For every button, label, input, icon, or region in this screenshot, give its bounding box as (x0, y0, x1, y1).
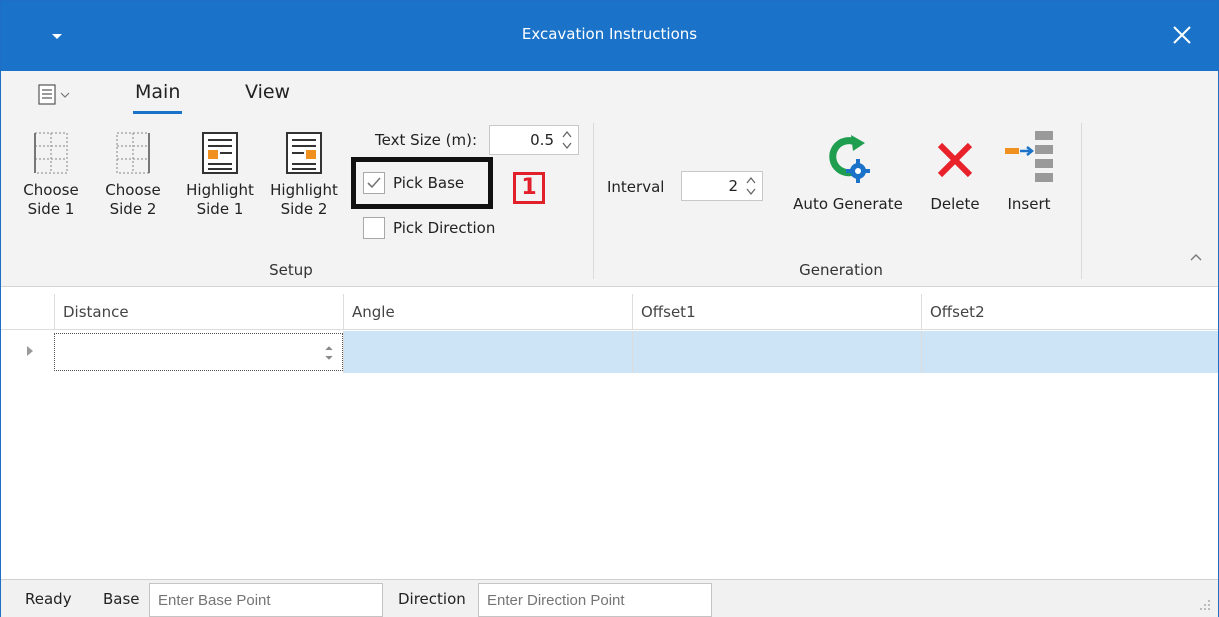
distance-cell-editor[interactable] (54, 333, 343, 371)
pick-direction-check-box[interactable] (363, 217, 385, 239)
offset1-cell[interactable] (632, 331, 921, 373)
excavation-instructions-window: Excavation Instructions Main View Choose… (0, 0, 1219, 617)
refresh-gear-icon (829, 135, 870, 183)
highlight-annotation-box (351, 157, 493, 209)
dotted-grid-side2-icon (116, 132, 150, 174)
direction-point-input[interactable] (478, 583, 712, 617)
close-icon (1173, 26, 1191, 44)
close-button[interactable] (1166, 18, 1198, 52)
highlight-side-2-line2: Side 2 (280, 200, 328, 218)
delete-x-icon (937, 142, 973, 178)
highlight-side-1-line1: Highlight (186, 181, 254, 199)
dotted-grid-side1-icon (34, 132, 68, 174)
spin-arrows-icon[interactable] (324, 342, 334, 364)
title-bar: Excavation Instructions (1, 1, 1218, 71)
base-point-input[interactable] (149, 583, 383, 617)
offset2-cell[interactable] (921, 331, 1218, 373)
pick-direction-label: Pick Direction (393, 219, 496, 237)
window-title: Excavation Instructions (521, 25, 698, 43)
resize-grip-icon[interactable] (1198, 598, 1212, 612)
interval-spinner[interactable]: 2 (681, 171, 763, 201)
annotation-marker-1: 1 (513, 172, 545, 204)
insert-label: Insert (1007, 195, 1051, 213)
insert-rows-icon (1005, 131, 1053, 182)
grid-header: Distance Angle Offset1 Offset2 (1, 294, 1218, 330)
tab-main[interactable]: Main (133, 81, 183, 114)
text-size-label: Text Size (m): (375, 131, 478, 149)
choose-side-2-button[interactable]: Choose Side 2 (101, 131, 165, 219)
highlight-side-1-line2: Side 1 (196, 200, 244, 218)
delete-button[interactable]: Delete (923, 133, 987, 214)
tab-view[interactable]: View (245, 81, 290, 103)
highlight-side1-icon (202, 132, 238, 174)
instructions-grid: Distance Angle Offset1 Offset2 (1, 287, 1218, 579)
collapse-ribbon-button[interactable] (1188, 249, 1204, 265)
interval-label: Interval (607, 178, 665, 196)
pick-direction-checkbox[interactable]: Pick Direction (363, 217, 495, 239)
direction-label: Direction (398, 590, 466, 608)
interval-value: 2 (728, 177, 738, 195)
angle-cell[interactable] (343, 331, 632, 373)
group-separator (1081, 123, 1082, 279)
tab-main-label: Main (135, 81, 181, 103)
generation-group-label: Generation (799, 261, 883, 279)
status-bar: Ready Base Direction (1, 579, 1218, 617)
spin-arrows-icon (746, 176, 756, 196)
tab-view-label: View (245, 81, 291, 103)
choose-side-2-line1: Choose (105, 181, 161, 199)
column-header-offset2[interactable]: Offset2 (921, 294, 1218, 330)
text-size-value: 0.5 (530, 131, 554, 149)
highlight-side-2-line1: Highlight (270, 181, 338, 199)
column-header-distance[interactable]: Distance (54, 294, 343, 330)
table-row[interactable] (1, 331, 1218, 373)
insert-button[interactable]: Insert (997, 129, 1061, 214)
status-ready: Ready (25, 590, 72, 608)
column-header-angle[interactable]: Angle (343, 294, 632, 330)
choose-side-1-line2: Side 1 (27, 200, 75, 218)
auto-generate-button[interactable]: Auto Generate (783, 133, 913, 214)
document-menu-icon (38, 84, 70, 105)
highlight-side-2-button[interactable]: Highlight Side 2 (265, 131, 343, 219)
highlight-side-1-button[interactable]: Highlight Side 1 (181, 131, 259, 219)
ribbon: Main View Choose Side 1 Choose Side 2 Hi… (1, 71, 1218, 287)
choose-side-1-line1: Choose (23, 181, 79, 199)
active-tab-indicator (133, 111, 183, 114)
group-separator (593, 123, 594, 279)
auto-generate-label: Auto Generate (793, 195, 903, 213)
spin-arrows-icon (562, 130, 572, 150)
column-header-offset1[interactable]: Offset1 (632, 294, 921, 330)
delete-label: Delete (930, 195, 980, 213)
choose-side-2-line2: Side 2 (109, 200, 157, 218)
highlight-side2-icon (286, 132, 322, 174)
row-pointer-icon (27, 346, 33, 356)
setup-group-label: Setup (269, 261, 313, 279)
application-menu-button[interactable] (35, 83, 85, 107)
base-label: Base (103, 590, 140, 608)
text-size-spinner[interactable]: 0.5 (489, 125, 579, 155)
choose-side-1-button[interactable]: Choose Side 1 (19, 131, 83, 219)
chevron-up-icon (1190, 254, 1202, 261)
